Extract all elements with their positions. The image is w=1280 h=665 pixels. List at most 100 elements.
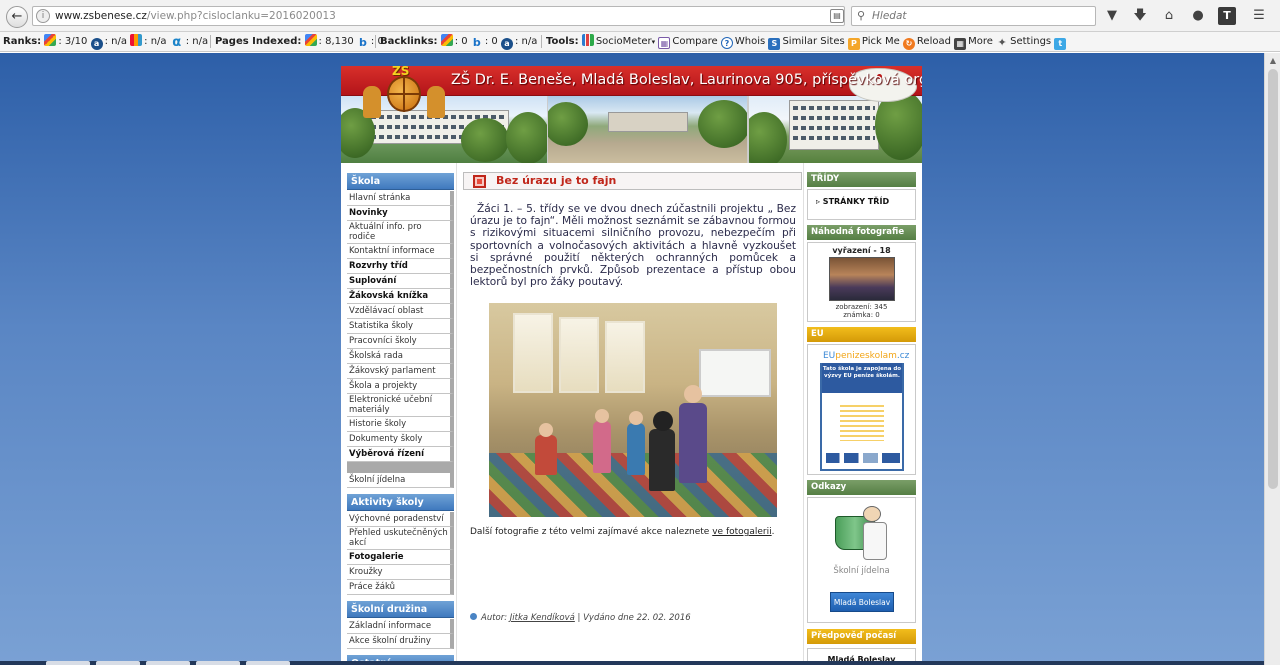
nav-item[interactable]: Elektronické učební materiály <box>347 394 454 417</box>
nav-item[interactable]: Rozvrhy tříd <box>347 259 454 274</box>
majestic-rank[interactable]: : n/a <box>144 36 166 47</box>
nav-item[interactable]: Školní jídelna <box>347 473 454 488</box>
mlada-boleslav-banner[interactable]: Mladá Boleslav <box>830 592 894 612</box>
majestic-icon[interactable] <box>130 34 143 46</box>
google-icon[interactable] <box>304 34 317 46</box>
t-extension-icon[interactable]: T <box>1218 7 1236 25</box>
taskbar-item[interactable] <box>246 661 290 665</box>
random-photo-thumbnail[interactable] <box>829 257 895 301</box>
nav-item[interactable]: Přehled uskutečněných akcí <box>347 527 454 550</box>
reload-tool-icon[interactable]: ↻ <box>902 38 915 50</box>
bing-backlinks[interactable]: : 0 <box>485 36 498 47</box>
nav-section-19[interactable]: Aktivity školy <box>347 494 454 511</box>
nav-section-0[interactable]: Škola <box>347 173 454 190</box>
reader-view-icon[interactable]: ▤ <box>830 9 844 23</box>
chat-icon[interactable]: ● <box>1189 7 1207 25</box>
taskbar-item[interactable] <box>196 661 240 665</box>
nav-item[interactable]: Aktuální info. pro rodiče <box>347 221 454 244</box>
taskbar-item[interactable] <box>96 661 140 665</box>
google-indexed[interactable]: : 8,130 <box>319 36 354 47</box>
compare-icon[interactable]: ▦ <box>658 37 671 49</box>
google-icon[interactable] <box>44 34 57 46</box>
nav-item[interactable]: Historie školy <box>347 417 454 432</box>
scroll-up-icon[interactable]: ▲ <box>1268 56 1278 66</box>
menu-icon[interactable]: ☰ <box>1250 7 1268 25</box>
pick-me-icon[interactable]: P <box>847 38 860 50</box>
home-icon[interactable]: ⌂ <box>1160 7 1178 25</box>
author-link[interactable]: Jitka Kendíková <box>510 613 575 623</box>
scroll-thumb[interactable] <box>1268 69 1278 489</box>
gallery-link[interactable]: ve fotogalerii <box>712 527 771 537</box>
tool-sociometer[interactable]: SocioMeter <box>596 36 652 47</box>
nav-item[interactable]: Akce školní družiny <box>347 634 454 649</box>
interactive-whiteboard <box>699 349 771 397</box>
nav-item[interactable]: Škola a projekty <box>347 379 454 394</box>
alpha-icon[interactable]: α <box>170 36 184 49</box>
nav-item[interactable]: Novinky <box>347 206 454 221</box>
more-icon[interactable]: ▦ <box>954 38 967 50</box>
tool-reload[interactable]: Reload <box>917 36 951 47</box>
nav-item[interactable]: Žákovský parlament <box>347 364 454 379</box>
nav-item[interactable]: Základní informace <box>347 619 454 634</box>
nav-item[interactable]: Výchovné poradenství <box>347 512 454 527</box>
canteen-link[interactable]: Školní jídelna <box>808 566 915 576</box>
nav-section-25[interactable]: Školní družina <box>347 601 454 618</box>
nav-item[interactable]: Hlavní stránka <box>347 191 454 206</box>
tool-settings[interactable]: Settings <box>1010 36 1051 47</box>
tool-whois[interactable]: Whois <box>735 36 765 47</box>
bing-icon[interactable]: b <box>357 37 369 49</box>
nav-item[interactable]: Pracovníci školy <box>347 334 454 349</box>
search-input[interactable] <box>872 9 1087 23</box>
settings-icon[interactable]: ✦ <box>996 37 1008 49</box>
search-box[interactable]: ⚲ <box>851 6 1096 26</box>
alexa-rank[interactable]: : n/a <box>105 36 127 47</box>
nav-item[interactable]: Kroužky <box>347 565 454 580</box>
alpha-rank[interactable]: : n/a <box>186 36 208 47</box>
alexa-icon[interactable]: a <box>500 38 513 50</box>
nav-item[interactable]: Vzdělávací oblast <box>347 304 454 319</box>
bing-icon[interactable]: b <box>471 37 483 49</box>
browser-toolbar: ← i www.zsbenese.cz/view.php?cisloclanku… <box>0 0 1280 32</box>
address-bar[interactable]: i www.zsbenese.cz/view.php?cisloclanku=2… <box>32 6 871 26</box>
nav-item[interactable]: Kontaktní informace <box>347 244 454 259</box>
article-photo[interactable] <box>489 303 777 517</box>
canteen-chef-icon[interactable] <box>833 502 893 564</box>
nav-item[interactable]: Školská rada <box>347 349 454 364</box>
google-rank[interactable]: : 3/10 <box>58 36 87 47</box>
divider <box>210 35 211 48</box>
alexa-backlinks[interactable]: : n/a <box>515 36 537 47</box>
twitter-icon[interactable]: t <box>1054 38 1067 50</box>
nav-item[interactable]: Práce žáků <box>347 580 454 595</box>
tools-label: Tools: <box>546 36 579 47</box>
article-title: Bez úrazu je to fajn <box>496 174 617 187</box>
nav-item[interactable]: Dokumenty školy <box>347 432 454 447</box>
download-icon[interactable]: 🡇 <box>1131 7 1149 25</box>
back-button[interactable]: ← <box>6 6 28 28</box>
tool-pick-me[interactable]: Pick Me <box>862 36 900 47</box>
tool-compare[interactable]: Compare <box>672 36 717 47</box>
url-text[interactable]: www.zsbenese.cz/view.php?cisloclanku=201… <box>55 10 336 22</box>
sociometer-icon[interactable] <box>581 34 594 46</box>
tool-more[interactable]: More <box>968 36 993 47</box>
taskbar-item[interactable] <box>46 661 90 665</box>
google-icon[interactable] <box>440 34 453 46</box>
tool-similar-sites[interactable]: Similar Sites <box>782 36 844 47</box>
nav-item[interactable]: Žákovská knížka <box>347 289 454 304</box>
taskbar-item[interactable] <box>146 661 190 665</box>
vertical-scrollbar[interactable]: ▲ <box>1264 53 1280 665</box>
eu-banner[interactable]: EUpenizeskolam.cz Tato škola je zapojena… <box>818 349 909 473</box>
nav-item[interactable]: Statistika školy <box>347 319 454 334</box>
nav-item[interactable]: Fotogalerie <box>347 550 454 565</box>
school-logo[interactable]: ZŠ <box>359 66 445 128</box>
pocket-icon[interactable]: ▼ <box>1103 7 1121 25</box>
nav-item[interactable]: Výběrová řízení <box>347 447 454 462</box>
whois-icon[interactable]: ? <box>720 37 733 49</box>
site-header: ZŠ Dr. E. Beneše, Mladá Boleslav, Laurin… <box>341 66 922 163</box>
similar-sites-icon[interactable]: S <box>768 38 781 50</box>
nav-item[interactable]: Suplování <box>347 274 454 289</box>
alexa-icon[interactable]: a <box>90 38 103 50</box>
google-backlinks[interactable]: : 0 <box>455 36 468 47</box>
class-pages-link[interactable]: ▹ STRÁNKY TŘÍD <box>816 197 889 206</box>
site-identity-icon[interactable]: i <box>36 9 50 23</box>
site-page: ZŠ Dr. E. Beneše, Mladá Boleslav, Laurin… <box>341 66 922 665</box>
